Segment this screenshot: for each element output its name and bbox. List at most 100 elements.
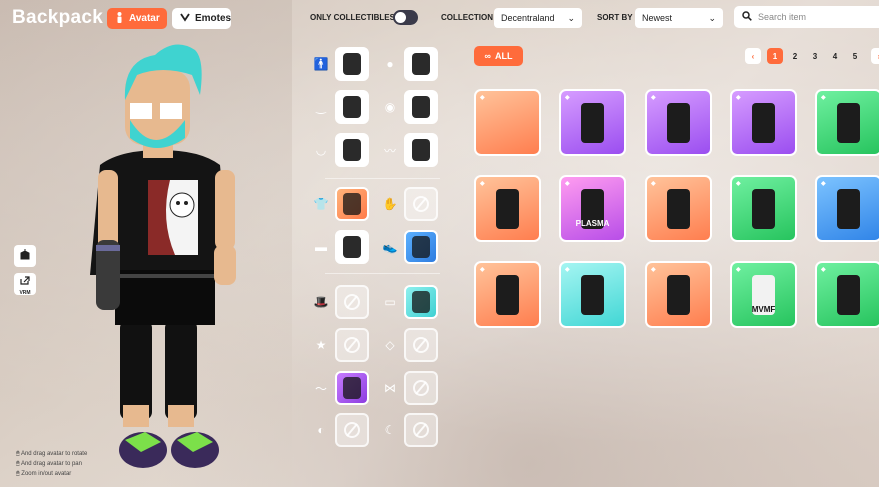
item-card[interactable]: ◆: [559, 261, 626, 328]
slot-upper-body[interactable]: [335, 187, 369, 221]
slot-thumbnail: [343, 53, 361, 75]
item-card[interactable]: ◆: [474, 175, 541, 242]
item-card[interactable]: ◆: [474, 261, 541, 328]
item-card[interactable]: ◆: [645, 261, 712, 328]
slot-facial-hair[interactable]: [404, 133, 438, 167]
slot-divider: [325, 273, 440, 274]
page-button-3[interactable]: 3: [807, 48, 823, 64]
pager-prev-button[interactable]: ‹: [745, 48, 761, 64]
page-button-2[interactable]: 2: [787, 48, 803, 64]
hair-icon: ●: [386, 57, 394, 71]
avatar-figure[interactable]: [0, 0, 292, 487]
slot-lower-body[interactable]: [335, 230, 369, 264]
slot-tiara[interactable]: [335, 328, 369, 362]
item-card[interactable]: ◆: [559, 89, 626, 156]
hint-rotate: 🖱 And drag avatar to rotate: [16, 451, 88, 457]
item-thumbnail: [667, 103, 690, 143]
upper-body-icon: 👕: [313, 197, 329, 211]
page-button-5[interactable]: 5: [847, 48, 863, 64]
slot-thumbnail: [343, 236, 361, 258]
item-thumbnail: [837, 189, 860, 229]
item-thumbnail: [667, 189, 690, 229]
slot-thumbnail: [343, 193, 361, 215]
search-box[interactable]: [734, 6, 879, 28]
empty-slot-icon: [413, 337, 429, 353]
top-head-icon: ⋈: [384, 381, 396, 395]
tiara-icon: ★: [315, 338, 327, 352]
page-button-1[interactable]: 1: [767, 48, 783, 64]
pager-next-button[interactable]: ›: [871, 48, 879, 64]
hat-icon: 🎩: [313, 295, 329, 309]
slot-divider: [325, 178, 440, 179]
vrm-export-button[interactable]: VRM: [14, 272, 36, 296]
slot-thumbnail: [412, 236, 430, 258]
tab-emotes[interactable]: Emotes: [172, 8, 231, 29]
search-input[interactable]: [758, 12, 868, 22]
slot-helmet[interactable]: [404, 413, 438, 447]
wardrobe-button[interactable]: [14, 245, 36, 267]
item-thumbnail: [581, 103, 604, 143]
shirt-hanger-icon: [19, 247, 31, 265]
item-thumbnail: [496, 275, 519, 315]
slot-hands-wear[interactable]: [335, 371, 369, 405]
avatar-preview-panel[interactable]: [0, 0, 292, 487]
slot-earring[interactable]: [335, 413, 369, 447]
slot-thumbnail: [343, 96, 361, 118]
sort-select[interactable]: Newest ⌄: [635, 8, 723, 28]
export-icon: [20, 272, 30, 290]
collection-select[interactable]: Decentraland ⌄: [494, 8, 582, 28]
slot-body-shape[interactable]: [335, 47, 369, 81]
item-thumbnail: [752, 103, 775, 143]
item-card[interactable]: ◆: [730, 175, 797, 242]
all-filter-label: ALL: [494, 51, 513, 61]
slot-eyebrows[interactable]: [335, 90, 369, 124]
slot-hair[interactable]: [404, 47, 438, 81]
top-bar: Backpack Avatar Emotes ONLY COLLECTIBLES…: [0, 0, 879, 36]
body-shape-icon: 🚹: [313, 57, 329, 71]
only-collectibles-toggle[interactable]: [393, 10, 418, 25]
item-card[interactable]: ◆: [474, 89, 541, 156]
infinity-icon: ∞: [484, 51, 491, 61]
avatar-icon: [115, 11, 124, 26]
control-hints: 🖱 And drag avatar to rotate 🖱 And drag a…: [16, 449, 87, 479]
slot-mask[interactable]: [404, 328, 438, 362]
slot-top-head[interactable]: [404, 371, 438, 405]
toggle-knob: [395, 12, 406, 23]
eyebrows-icon: ‿: [316, 100, 326, 114]
item-card[interactable]: ◆ MVMF: [730, 261, 797, 328]
empty-slot-icon: [413, 196, 429, 212]
slot-thumbnail: [412, 139, 430, 161]
item-thumbnail: [752, 189, 775, 229]
search-icon: [742, 8, 752, 26]
emote-icon: [180, 12, 190, 25]
hint-pan: 🖱 And drag avatar to pan: [16, 461, 82, 467]
item-thumbnail: [752, 275, 775, 315]
empty-slot-icon: [344, 337, 360, 353]
slot-hat[interactable]: [335, 285, 369, 319]
item-card[interactable]: ◆: [645, 175, 712, 242]
tab-avatar-label: Avatar: [129, 13, 160, 24]
tab-avatar[interactable]: Avatar: [107, 8, 167, 29]
slot-thumbnail: [343, 139, 361, 161]
item-card[interactable]: ◆: [815, 261, 879, 328]
hands-icon: ✋: [382, 197, 398, 211]
chevron-down-icon: ⌄: [708, 12, 716, 23]
lower-body-icon: ▬: [315, 240, 327, 254]
sort-label: SORT BY: [597, 13, 633, 22]
slot-hands[interactable]: [404, 187, 438, 221]
slot-mouth[interactable]: [335, 133, 369, 167]
slot-feet[interactable]: [404, 230, 438, 264]
item-card[interactable]: ◆ PLASMA: [559, 175, 626, 242]
slot-eyewear[interactable]: [404, 285, 438, 319]
item-card[interactable]: ◆: [730, 89, 797, 156]
eyewear-icon: ▭: [384, 295, 396, 309]
all-filter-button[interactable]: ∞ ALL: [474, 46, 523, 66]
item-card[interactable]: ◆: [645, 89, 712, 156]
item-card[interactable]: ◆: [815, 175, 879, 242]
slot-eyes[interactable]: [404, 90, 438, 124]
page-button-4[interactable]: 4: [827, 48, 843, 64]
item-card[interactable]: ◆: [815, 89, 879, 156]
item-thumbnail: [581, 189, 604, 229]
chevron-down-icon: ⌄: [567, 12, 575, 23]
mask-icon: ◇: [385, 338, 395, 352]
